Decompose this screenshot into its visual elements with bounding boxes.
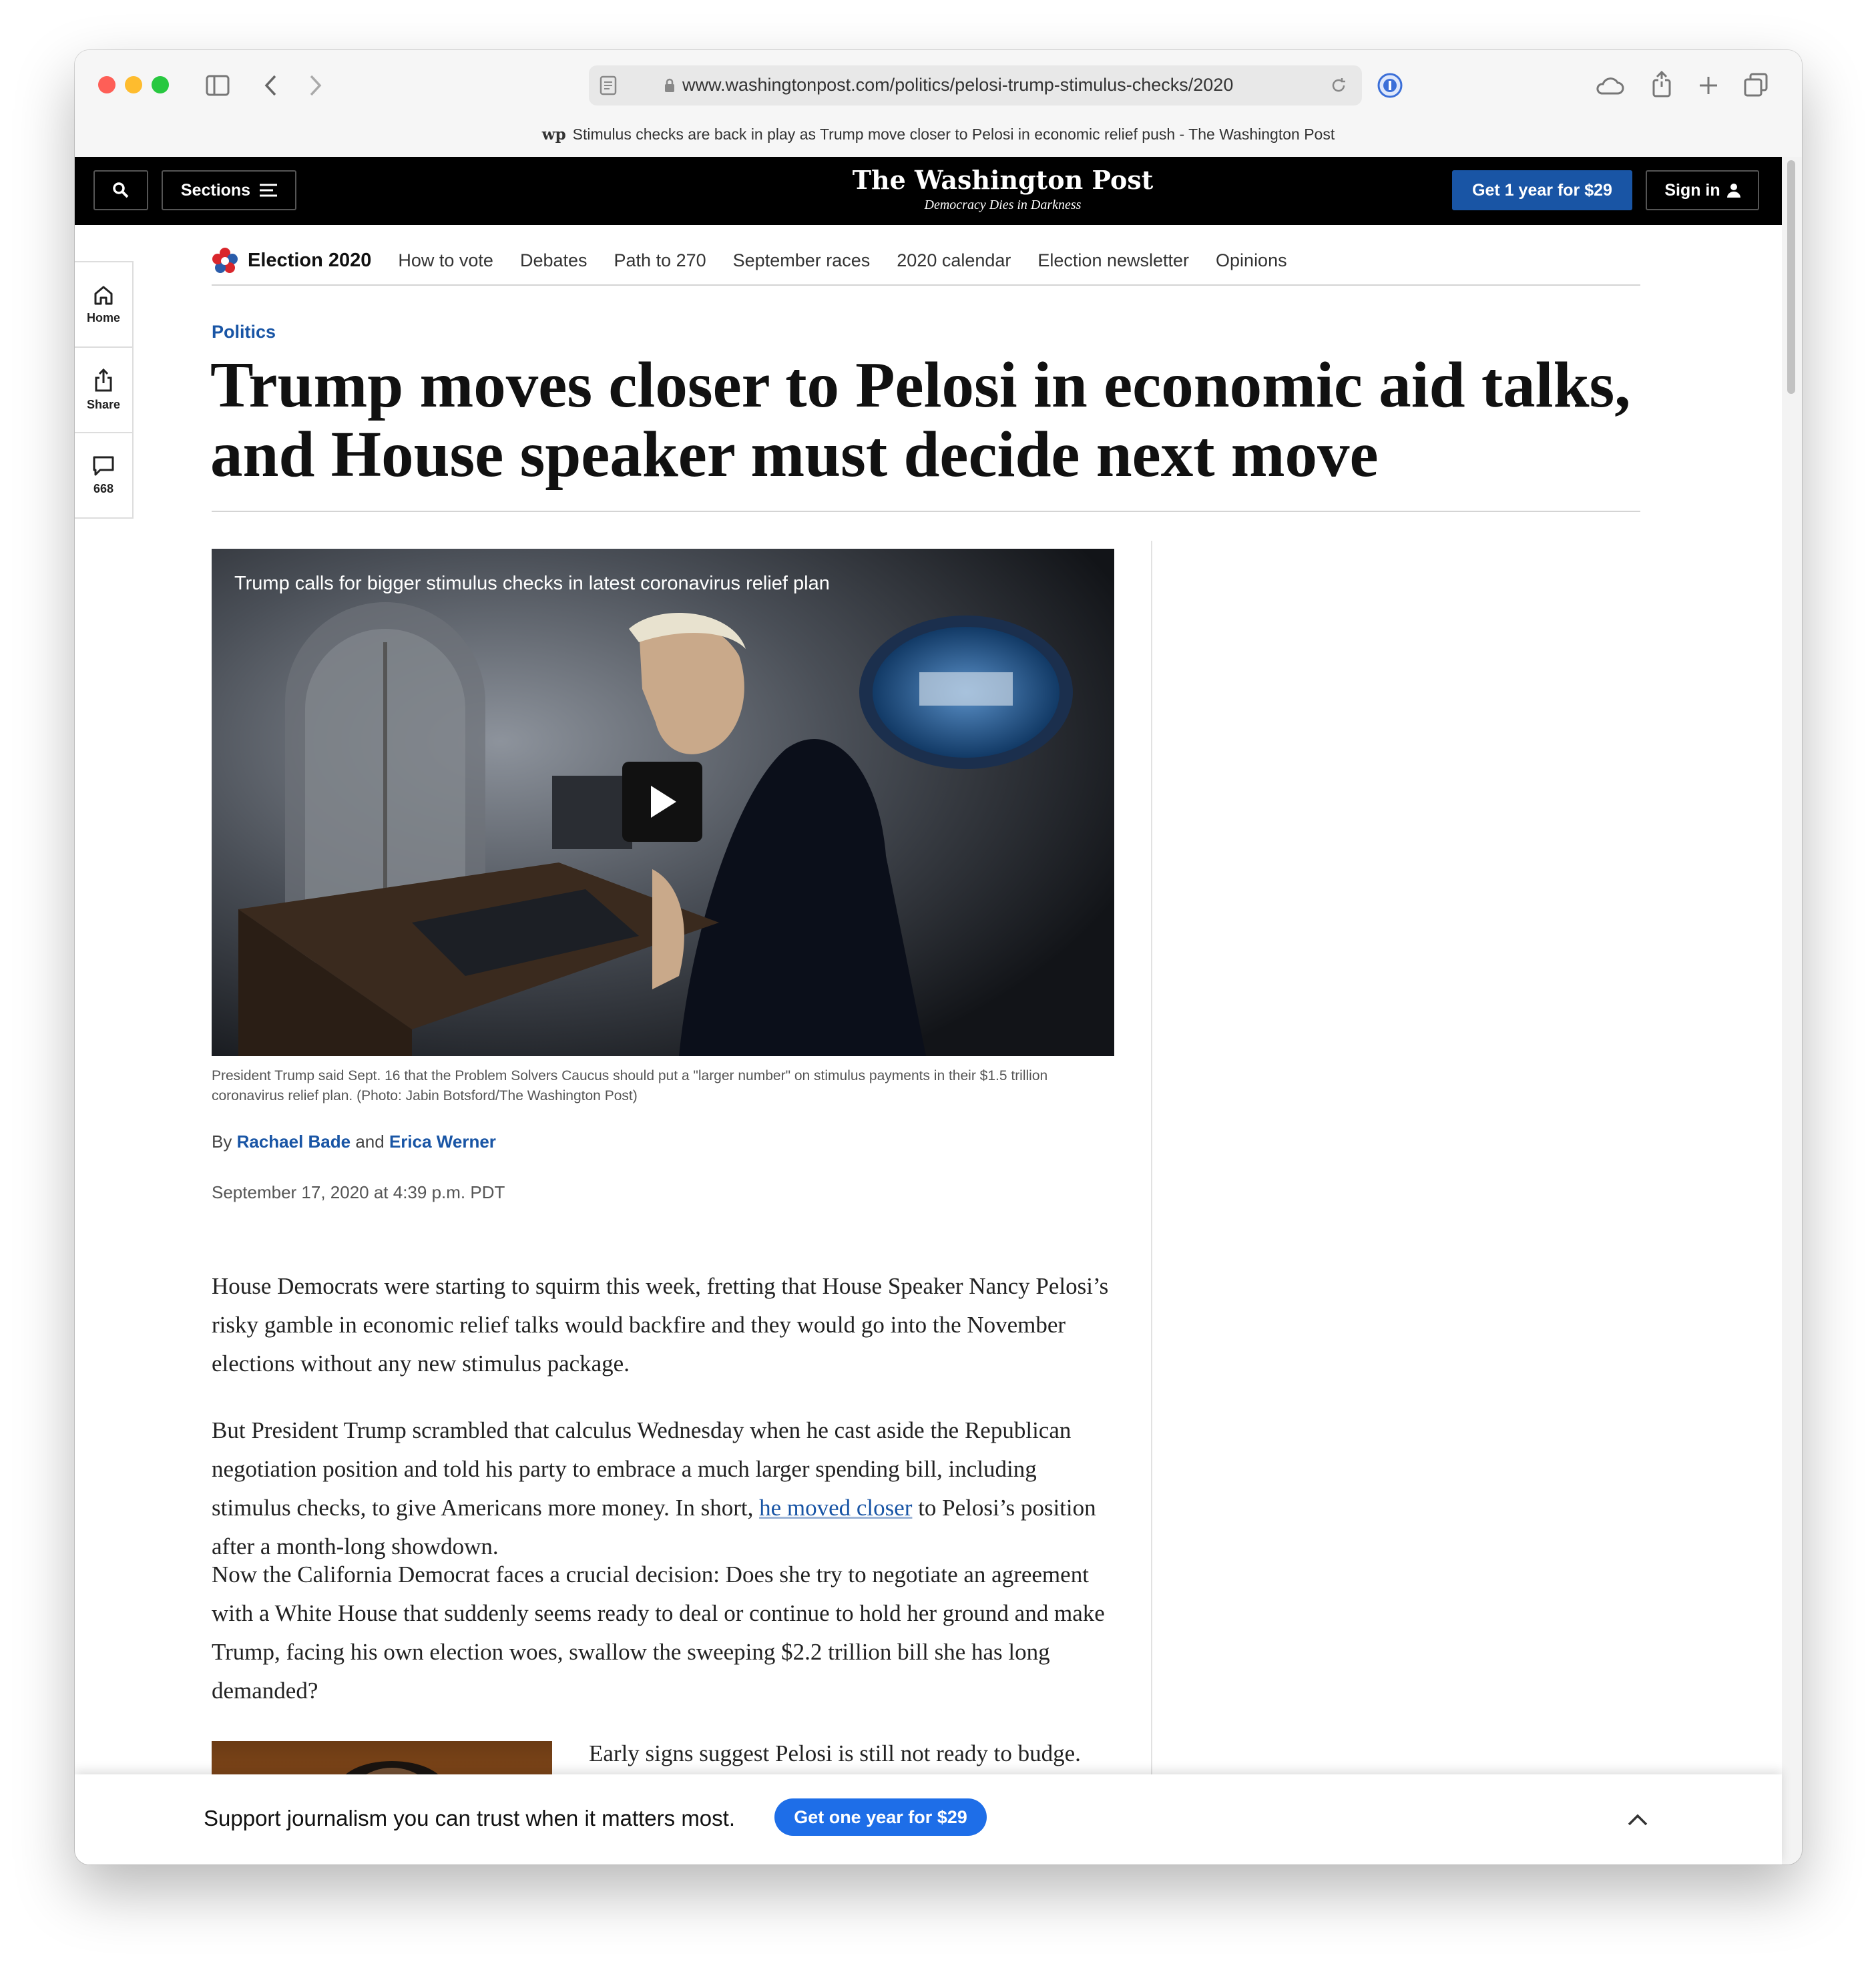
election-nav: Election 2020 How to vote Debates Path t…	[212, 240, 1314, 280]
sign-in-button[interactable]: Sign in	[1646, 170, 1759, 210]
site-logo[interactable]: The Washington Post Democracy Dies in Da…	[809, 165, 1196, 213]
sidebar-icon[interactable]	[206, 75, 230, 96]
sections-button[interactable]: Sections	[162, 170, 296, 210]
logo-name: The Washington Post	[852, 165, 1154, 195]
back-icon[interactable]	[263, 74, 278, 97]
banner-button-label: Get one year for $29	[794, 1806, 967, 1827]
lock-icon	[665, 78, 674, 92]
rail-home-button[interactable]: Home	[75, 262, 132, 348]
comments-count: 668	[93, 481, 114, 495]
play-icon	[651, 786, 676, 818]
author-link-2[interactable]: Erica Werner	[389, 1132, 496, 1152]
author-link-1[interactable]: Rachael Bade	[237, 1132, 351, 1152]
video-title: Trump calls for bigger stimulus checks i…	[234, 573, 830, 594]
election-nav-how-to-vote[interactable]: How to vote	[398, 250, 493, 271]
byline-and: and	[355, 1132, 385, 1152]
byline-prefix: By	[212, 1132, 232, 1152]
url-text: www.washingtonpost.com/politics/pelosi-t…	[682, 75, 1234, 95]
subscribe-label: Get 1 year for $29	[1472, 180, 1612, 200]
election-nav-title[interactable]: Election 2020	[248, 250, 371, 272]
scrollbar-track[interactable]	[1782, 157, 1802, 1865]
inline-link[interactable]: he moved closer	[759, 1495, 912, 1521]
site-header: Sections The Washington Post Democracy D…	[75, 157, 1782, 225]
rail-share-label: Share	[86, 397, 121, 411]
play-button[interactable]	[622, 762, 702, 842]
divider	[212, 284, 1640, 286]
side-rail: Home Share 668	[75, 261, 134, 519]
video-player[interactable]: Trump calls for bigger stimulus checks i…	[212, 549, 1114, 1056]
search-icon	[113, 182, 129, 198]
scrollbar-thumb[interactable]	[1787, 160, 1795, 394]
election-nav-calendar[interactable]: 2020 calendar	[897, 250, 1011, 271]
election-nav-path-to-270[interactable]: Path to 270	[614, 250, 706, 271]
sign-in-label: Sign in	[1664, 180, 1720, 200]
banner-text: Support journalism you can trust when it…	[204, 1806, 735, 1830]
minimize-window-button[interactable]	[125, 76, 142, 93]
rail-comments-button[interactable]: 668	[75, 433, 132, 517]
election-nav-opinions[interactable]: Opinions	[1216, 250, 1287, 271]
site-favicon: wp	[541, 126, 566, 144]
article-paragraph: But President Trump scrambled that calcu…	[212, 1411, 1120, 1566]
section-kicker[interactable]: Politics	[212, 322, 276, 342]
banner-subscribe-button[interactable]: Get one year for $29	[774, 1798, 987, 1836]
forward-icon[interactable]	[308, 74, 323, 97]
share-icon[interactable]	[1652, 71, 1672, 97]
byline: By Rachael Bade and Erica Werner	[212, 1132, 496, 1152]
browser-toolbar: www.washingtonpost.com/politics/pelosi-t…	[75, 50, 1802, 157]
rail-home-label: Home	[86, 310, 120, 324]
publish-date: September 17, 2020 at 4:39 p.m. PDT	[212, 1182, 505, 1202]
election-nav-debates[interactable]: Debates	[520, 250, 588, 271]
home-icon	[94, 286, 113, 304]
search-button[interactable]	[93, 170, 148, 210]
menu-icon	[260, 184, 278, 197]
tab-overview-icon[interactable]	[1744, 73, 1768, 97]
reload-icon[interactable]	[1330, 77, 1347, 94]
sections-label: Sections	[180, 180, 251, 200]
election-nav-september-races[interactable]: September races	[733, 250, 871, 271]
password-manager-icon[interactable]	[1377, 72, 1403, 99]
article-paragraph: Early signs suggest Pelosi is still not …	[589, 1740, 1081, 1766]
divider	[212, 511, 1640, 512]
tab-title-text: Stimulus checks are back in play as Trum…	[572, 126, 1335, 143]
subscribe-button[interactable]: Get 1 year for $29	[1452, 170, 1632, 210]
reader-icon[interactable]	[600, 75, 617, 95]
video-caption: President Trump said Sept. 16 that the P…	[212, 1068, 1048, 1103]
comment-icon	[93, 456, 114, 475]
zoom-window-button[interactable]	[152, 76, 169, 93]
article-paragraph: House Democrats were starting to squirm …	[212, 1273, 1109, 1377]
new-tab-icon[interactable]	[1698, 75, 1718, 95]
election-logo-icon	[212, 248, 238, 273]
cloud-icon[interactable]	[1595, 75, 1624, 95]
subscribe-banner: Support journalism you can trust when it…	[75, 1774, 1782, 1865]
logo-tagline: Democracy Dies in Darkness	[924, 198, 1082, 212]
column-divider	[1151, 541, 1152, 1865]
rail-share-button[interactable]: Share	[75, 348, 132, 433]
tab-title[interactable]: wp Stimulus checks are back in play as Tr…	[75, 126, 1802, 144]
article-headline: Trump moves closer to Pelosi in economic…	[210, 349, 1631, 490]
election-nav-newsletter[interactable]: Election newsletter	[1037, 250, 1189, 271]
browser-window: www.washingtonpost.com/politics/pelosi-t…	[75, 50, 1802, 1865]
share-icon	[95, 368, 112, 391]
article-paragraph: Now the California Democrat faces a cruc…	[212, 1561, 1105, 1704]
address-bar[interactable]: www.washingtonpost.com/politics/pelosi-t…	[589, 65, 1362, 105]
user-icon	[1726, 184, 1740, 198]
close-window-button[interactable]	[98, 76, 115, 93]
chevron-up-icon[interactable]	[1627, 1813, 1648, 1826]
